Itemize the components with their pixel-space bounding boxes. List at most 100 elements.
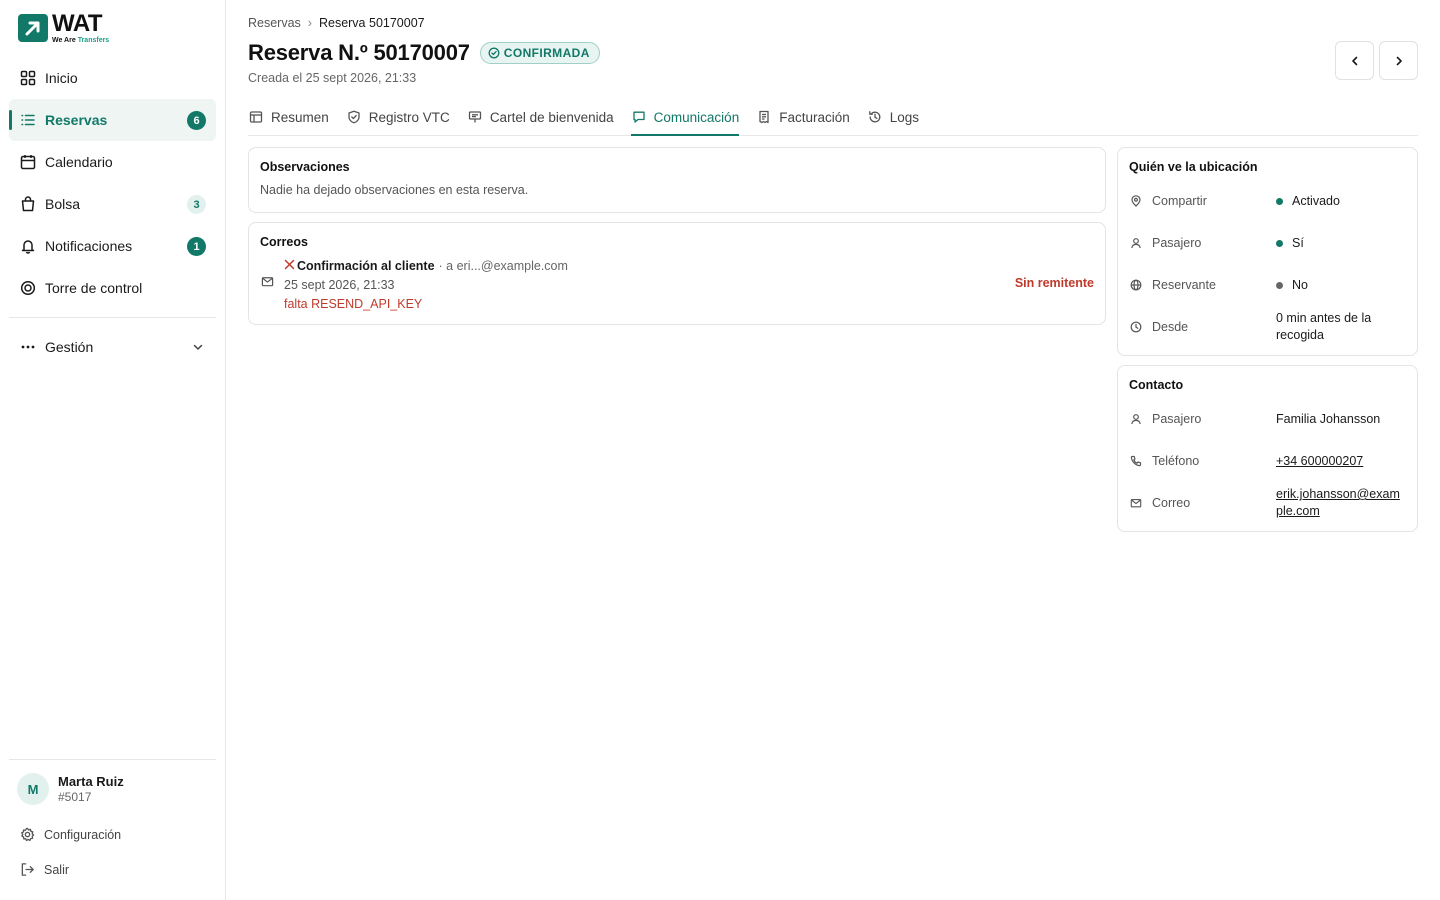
location-visibility-card: Quién ve la ubicación Compartir Activado… [1117, 147, 1418, 356]
nav-label: Gestión [45, 339, 94, 355]
previous-button[interactable] [1335, 41, 1374, 80]
passenger-name: Familia Johansson [1276, 411, 1381, 426]
logo-tagline: We Are Transfers [52, 37, 110, 44]
nav-item-calendario[interactable]: Calendario [9, 141, 216, 183]
location-row-reservante: Reservante No [1129, 264, 1406, 306]
location-row-pasajero: Pasajero Sí [1129, 222, 1406, 264]
logo-wordmark: WAT [52, 10, 103, 37]
reservas-count-badge: 6 [187, 111, 206, 130]
nav-item-bolsa[interactable]: Bolsa 3 [9, 183, 216, 225]
tab-cartel-de-bienvenida[interactable]: Cartel de bienvenida [467, 99, 614, 135]
location-row-compartir: Compartir Activado [1129, 180, 1406, 222]
tab-label: Resumen [271, 109, 329, 125]
nav-label: Bolsa [45, 196, 81, 212]
tab-logs[interactable]: Logs [867, 99, 919, 135]
summary-icon [248, 109, 264, 125]
bag-icon [19, 195, 37, 213]
shield-icon [346, 109, 362, 125]
target-icon [19, 279, 37, 297]
phone-link[interactable]: +34 600000207 [1276, 453, 1363, 470]
status-dot [1276, 197, 1283, 205]
status-label: CONFIRMADA [503, 46, 590, 60]
nav-label: Notificaciones [45, 238, 133, 254]
sidebar: WAT We Are Transfers Inicio Reservas 6 C… [0, 0, 226, 900]
logout-link[interactable]: Salir [9, 852, 216, 887]
user-profile[interactable]: M Marta Ruiz #5017 [9, 773, 216, 805]
chat-icon [631, 109, 647, 125]
phone-icon [1129, 454, 1143, 468]
dots-icon [19, 338, 37, 356]
nav-label: Reservas [45, 112, 108, 128]
email-subject: Confirmación al cliente [297, 259, 435, 273]
contact-row-correo: Correo erik.johansson@example.com [1129, 482, 1406, 524]
mail-icon [1129, 496, 1143, 510]
user-section: M Marta Ruiz #5017 Configuración Salir [9, 759, 216, 887]
tab-bar: Resumen Registro VTC Cartel de bienvenid… [248, 99, 1418, 136]
tab-registro-vtc[interactable]: Registro VTC [346, 99, 450, 135]
observations-title: Observaciones [260, 160, 350, 174]
nav-item-torre-de-control[interactable]: Torre de control [9, 267, 216, 309]
bell-icon [19, 237, 37, 255]
contact-title: Contacto [1129, 378, 1184, 392]
next-button[interactable] [1379, 41, 1418, 80]
nav-divider [9, 317, 216, 318]
user-name: Marta Ruiz [58, 774, 124, 789]
record-navigation [1335, 41, 1418, 80]
tab-label: Registro VTC [368, 109, 450, 125]
location-row-desde: Desde 0 min antes de la recogida [1129, 306, 1406, 348]
location-title: Quién ve la ubicación [1129, 160, 1258, 174]
list-icon [19, 111, 37, 129]
tab-resumen[interactable]: Resumen [248, 99, 329, 135]
email-item[interactable]: Confirmación al cliente · a eri...@examp… [260, 257, 1094, 311]
emails-card: Correos Confirmación al cliente · a eri.… [248, 222, 1106, 325]
tab-facturacion[interactable]: Facturación [756, 99, 850, 135]
grid-icon [19, 69, 37, 87]
location-value: Activado [1292, 193, 1340, 208]
tab-label: Comunicación [653, 109, 740, 125]
check-circle-icon [488, 47, 500, 59]
observations-card: Observaciones Nadie ha dejado observacio… [248, 147, 1106, 213]
globe-icon [1129, 278, 1143, 292]
nav-label: Inicio [45, 70, 78, 86]
failed-x-icon [284, 257, 295, 276]
observations-empty-text: Nadie ha dejado observaciones en esta re… [260, 183, 529, 197]
location-value: Sí [1292, 235, 1304, 250]
tab-label: Facturación [779, 109, 850, 125]
user-icon [1129, 236, 1143, 250]
tab-comunicacion[interactable]: Comunicación [630, 99, 740, 136]
breadcrumb-current: Reserva 50170007 [318, 16, 425, 30]
brand-logo[interactable]: WAT We Are Transfers [18, 10, 110, 44]
receipt-icon [756, 109, 772, 125]
user-id: #5017 [58, 789, 92, 804]
contact-row-telefono: Teléfono +34 600000207 [1129, 440, 1406, 482]
nav-label: Torre de control [45, 280, 143, 296]
chevron-down-icon [192, 340, 204, 356]
sign-icon [467, 109, 483, 125]
main-nav: Inicio Reservas 6 Calendario Bolsa 3 Not… [9, 57, 216, 368]
location-value: No [1292, 277, 1308, 292]
bolsa-count-badge: 3 [187, 195, 206, 214]
contact-card: Contacto Pasajero Familia Johansson Telé… [1117, 365, 1418, 532]
nav-item-inicio[interactable]: Inicio [9, 57, 216, 99]
email-link[interactable]: erik.johansson@example.com [1276, 486, 1406, 520]
page-title: Reserva N.º 50170007 [248, 40, 470, 65]
settings-link[interactable]: Configuración [9, 817, 216, 852]
breadcrumb-reservas-link[interactable]: Reservas [248, 16, 301, 30]
mail-icon [261, 275, 274, 293]
nav-item-notificaciones[interactable]: Notificaciones 1 [9, 225, 216, 267]
pin-icon [1129, 194, 1143, 208]
tab-label: Cartel de bienvenida [489, 109, 614, 125]
nav-item-reservas[interactable]: Reservas 6 [9, 99, 216, 141]
logout-icon [19, 862, 35, 878]
status-dot [1276, 239, 1283, 247]
email-recipient: · a eri...@example.com [438, 259, 568, 273]
location-value: 0 min antes de la recogida [1276, 311, 1372, 342]
emails-title: Correos [260, 235, 308, 249]
nav-label: Calendario [45, 154, 113, 170]
status-badge: CONFIRMADA [479, 42, 600, 64]
chevron-left-icon [1351, 56, 1357, 65]
nav-item-gestion[interactable]: Gestión [9, 326, 216, 368]
created-date: Creada el 25 sept 2026, 21:33 [248, 71, 417, 85]
gear-icon [19, 827, 35, 843]
notificaciones-count-badge: 1 [187, 237, 206, 256]
